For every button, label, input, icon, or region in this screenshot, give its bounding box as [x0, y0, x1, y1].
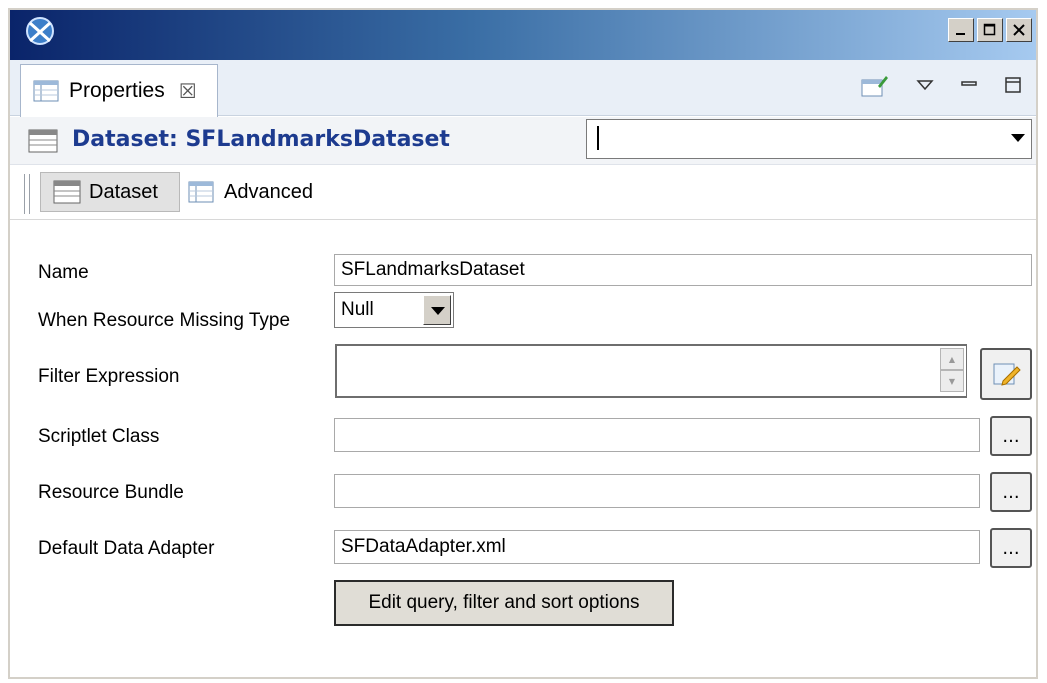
- chevron-down-icon[interactable]: [423, 295, 451, 325]
- default-data-adapter-label: Default Data Adapter: [38, 538, 215, 559]
- maximize-view-icon[interactable]: [1004, 76, 1022, 94]
- page-title: Dataset: SFLandmarksDataset: [72, 127, 450, 152]
- filter-expression-input[interactable]: ▲ ▼: [335, 344, 967, 398]
- default-data-adapter-browse-button[interactable]: ...: [990, 528, 1032, 568]
- scriptlet-class-input[interactable]: [334, 418, 980, 452]
- tab-advanced-label: Advanced: [224, 180, 313, 203]
- close-icon: [1013, 24, 1025, 36]
- scroll-up-icon[interactable]: ▲: [940, 348, 964, 370]
- scroll-down-icon[interactable]: ▼: [940, 370, 964, 392]
- text-caret: [597, 126, 599, 150]
- section-tabs: Dataset Advanced: [10, 168, 1036, 220]
- chevron-down-icon[interactable]: [1011, 134, 1025, 142]
- dataset-header: Dataset: SFLandmarksDataset: [10, 117, 1036, 165]
- edit-expression-button[interactable]: [980, 348, 1032, 400]
- when-resource-missing-select[interactable]: Null: [334, 292, 454, 328]
- tab-advanced[interactable]: Advanced: [188, 172, 313, 212]
- dataset-combo[interactable]: [586, 119, 1032, 159]
- dataset-tab-icon: [53, 180, 81, 204]
- view-tab-bar: Properties ☒: [10, 60, 1036, 117]
- scriptlet-class-browse-button[interactable]: ...: [990, 416, 1032, 456]
- edit-query-button[interactable]: Edit query, filter and sort options: [334, 580, 674, 626]
- when-resource-missing-value: Null: [341, 299, 374, 320]
- toolbar-separator: [24, 174, 30, 214]
- tab-dataset-label: Dataset: [89, 180, 158, 203]
- minimize-view-icon[interactable]: [960, 78, 978, 92]
- tab-properties[interactable]: Properties ☒: [20, 64, 218, 117]
- dataset-icon: [28, 129, 58, 153]
- resource-bundle-input[interactable]: [334, 474, 980, 508]
- edit-pencil-icon: [993, 363, 1021, 386]
- when-resource-missing-label: When Resource Missing Type: [38, 310, 291, 331]
- advanced-tab-icon: [188, 181, 214, 203]
- resource-bundle-browse-button[interactable]: ...: [990, 472, 1032, 512]
- app-logo-icon: [26, 17, 54, 45]
- name-label: Name: [38, 262, 89, 283]
- title-bar[interactable]: [10, 10, 1036, 60]
- tab-close-icon[interactable]: ☒: [179, 79, 197, 103]
- name-input[interactable]: SFLandmarksDataset: [334, 254, 1032, 286]
- properties-window: Properties ☒ Dataset: SFLandmarksDataset: [8, 8, 1038, 679]
- tab-label: Properties: [69, 79, 165, 102]
- filter-expression-scrollbar[interactable]: ▲ ▼: [940, 348, 964, 394]
- close-button[interactable]: [1006, 18, 1032, 42]
- maximize-button[interactable]: [977, 18, 1003, 42]
- scriptlet-class-label: Scriptlet Class: [38, 426, 160, 447]
- default-data-adapter-value: SFDataAdapter.xml: [341, 536, 506, 557]
- pin-editor-icon[interactable]: [860, 72, 890, 98]
- default-data-adapter-input[interactable]: SFDataAdapter.xml: [334, 530, 980, 564]
- tab-dataset[interactable]: Dataset: [40, 172, 180, 212]
- minimize-icon: [956, 33, 965, 35]
- name-input-value: SFLandmarksDataset: [341, 259, 525, 280]
- minimize-button[interactable]: [948, 18, 974, 42]
- resource-bundle-label: Resource Bundle: [38, 482, 184, 503]
- view-menu-icon[interactable]: [916, 78, 934, 92]
- maximize-icon: [983, 23, 996, 36]
- filter-expression-label: Filter Expression: [38, 366, 180, 387]
- properties-view-icon: [33, 80, 59, 102]
